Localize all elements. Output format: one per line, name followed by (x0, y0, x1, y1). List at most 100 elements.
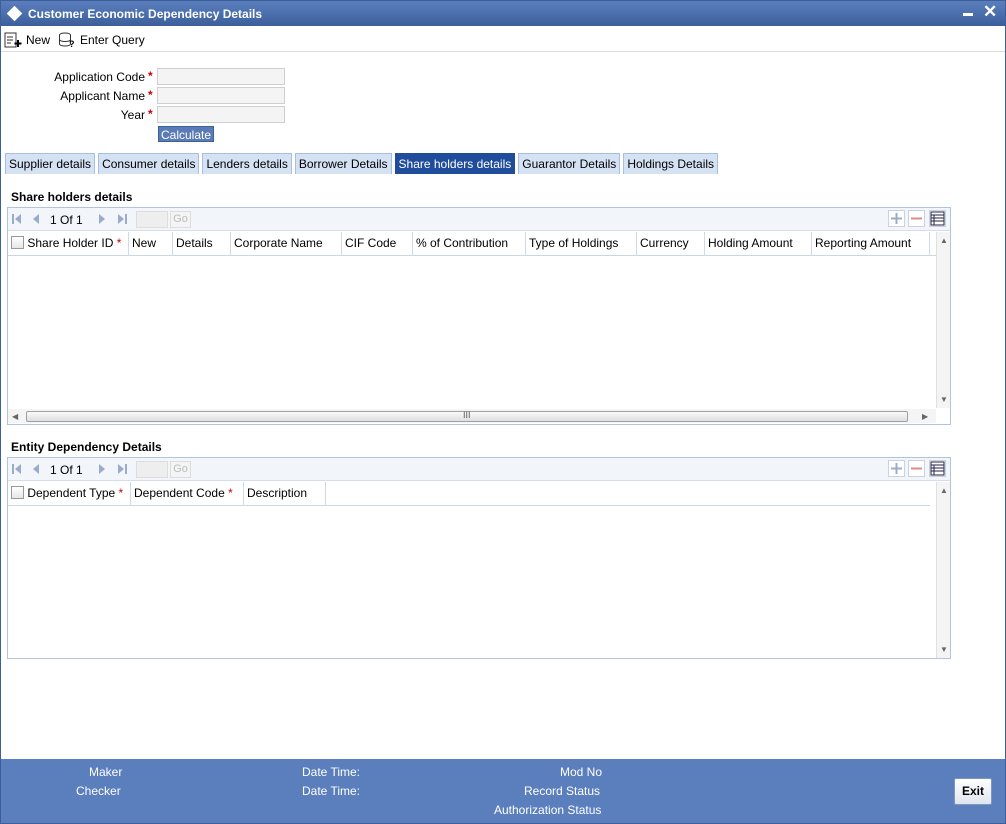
single-view-button[interactable] (929, 460, 946, 477)
horizontal-scroll-thumb[interactable]: III (26, 410, 908, 422)
plus-icon (891, 213, 902, 224)
tab-holdings-details[interactable]: Holdings Details (623, 153, 719, 174)
delete-row-button[interactable] (908, 210, 925, 227)
shareholders-grid: 1 Of 1 Go Share Holder ID * New Details … (7, 207, 951, 425)
shareholders-vertical-scrollbar[interactable]: ▲ ▼ (936, 232, 950, 408)
entity-vertical-scrollbar[interactable]: ▲ ▼ (936, 482, 950, 658)
year-label: Year (120, 108, 145, 122)
col-dependent-type: Dependent Type * (8, 482, 131, 506)
scroll-up-icon[interactable]: ▲ (940, 236, 948, 245)
minus-icon (911, 217, 922, 220)
required-marker: * (228, 486, 233, 500)
scroll-right-icon[interactable]: ▶ (922, 412, 928, 421)
col-type-of-holdings: Type of Holdings (526, 232, 637, 256)
title-bar: Customer Economic Dependency Details ✕ (1, 1, 1005, 26)
enter-query-button[interactable]: ? Enter Query (58, 31, 145, 49)
add-row-button[interactable] (888, 460, 905, 477)
page-number-input[interactable] (136, 461, 168, 478)
required-marker: * (148, 69, 153, 83)
col-corporate-name: Corporate Name (231, 232, 342, 256)
go-button[interactable]: Go (170, 211, 191, 228)
record-status-label: Record Status (524, 784, 601, 798)
tab-borrower-details[interactable]: Borrower Details (294, 153, 392, 174)
list-view-icon (930, 461, 945, 476)
page-number-input[interactable] (136, 211, 168, 228)
required-marker: * (148, 107, 153, 121)
entity-grid: 1 Of 1 Go Dependent Type * Dependent Cod… (7, 457, 951, 659)
window-title: Customer Economic Dependency Details (28, 7, 263, 21)
scroll-down-icon[interactable]: ▼ (940, 645, 948, 654)
toolbar: New ? Enter Query (1, 26, 1005, 52)
col-holding-amount: Holding Amount (705, 232, 812, 256)
col-share-holder-id: Share Holder ID * (8, 232, 129, 256)
go-button[interactable]: Go (170, 461, 191, 478)
single-view-button[interactable] (929, 210, 946, 227)
page-indicator: 1 Of 1 (50, 213, 83, 227)
checker-date-time-label: Date Time: (302, 784, 361, 798)
calculate-button[interactable]: Calculate (158, 126, 214, 142)
plus-icon (891, 463, 902, 474)
tab-share-holders-details[interactable]: Share holders details (394, 153, 516, 174)
col-label: Dependent Type (27, 486, 116, 500)
new-icon (4, 32, 22, 48)
col-details: Details (173, 232, 231, 256)
new-button[interactable]: New (4, 31, 50, 49)
new-label: New (26, 33, 51, 47)
col-reporting-amount: Reporting Amount (812, 232, 930, 256)
year-input[interactable] (157, 106, 285, 123)
scroll-down-icon[interactable]: ▼ (940, 395, 948, 404)
page-indicator: 1 Of 1 (50, 463, 83, 477)
page-total: 1 (76, 213, 83, 227)
delete-row-button[interactable] (908, 460, 925, 477)
minimize-icon[interactable] (963, 13, 973, 16)
add-row-button[interactable] (888, 210, 905, 227)
checker-label: Checker (76, 784, 121, 798)
next-page-icon[interactable] (98, 464, 106, 474)
first-page-icon[interactable] (12, 464, 22, 474)
application-code-label: Application Code (54, 70, 145, 84)
scroll-grip: III (463, 410, 471, 420)
shareholders-horizontal-scrollbar[interactable]: ◀ III ▶ (8, 409, 936, 423)
enter-query-label: Enter Query (80, 33, 145, 47)
col-label: Dependent Code (134, 486, 225, 500)
first-page-icon[interactable] (12, 214, 22, 224)
next-page-icon[interactable] (98, 214, 106, 224)
authorization-status-label: Authorization Status (494, 803, 602, 817)
select-all-checkbox[interactable] (11, 236, 24, 250)
audit-footer: Maker Checker Date Time: Date Time: Mod … (1, 759, 1005, 823)
exit-button[interactable]: Exit (954, 778, 992, 805)
page-total: 1 (76, 463, 83, 477)
tab-supplier-details[interactable]: Supplier details (5, 153, 96, 174)
mod-no-label: Mod No (560, 765, 603, 779)
list-view-icon (930, 211, 945, 226)
maker-date-time-label: Date Time: (302, 765, 361, 779)
scroll-left-icon[interactable]: ◀ (12, 412, 18, 421)
close-icon[interactable]: ✕ (983, 3, 997, 21)
col-new: New (129, 232, 173, 256)
select-all-checkbox[interactable] (11, 486, 24, 500)
application-code-input[interactable] (157, 68, 285, 85)
prev-page-icon[interactable] (32, 214, 40, 224)
shareholders-header-row: Share Holder ID * New Details Corporate … (8, 232, 936, 256)
tab-consumer-details[interactable]: Consumer details (98, 153, 200, 174)
scroll-up-icon[interactable]: ▲ (940, 486, 948, 495)
query-icon: ? (59, 32, 75, 48)
prev-page-icon[interactable] (32, 464, 40, 474)
shareholders-section-title: Share holders details (11, 190, 133, 204)
page-of: Of (60, 463, 73, 477)
svg-text:?: ? (69, 39, 75, 48)
last-page-icon[interactable] (117, 214, 127, 224)
tab-lenders-details[interactable]: Lenders details (202, 153, 292, 174)
page-current: 1 (50, 213, 57, 227)
required-marker: * (148, 88, 153, 102)
tab-guarantor-details[interactable]: Guarantor Details (518, 153, 621, 174)
main-window: Customer Economic Dependency Details ✕ N… (0, 0, 1006, 824)
entity-header-row: Dependent Type * Dependent Code * Descri… (8, 482, 930, 506)
col-description: Description (244, 482, 326, 506)
last-page-icon[interactable] (117, 464, 127, 474)
page-current: 1 (50, 463, 57, 477)
col-contribution: % of Contribution (413, 232, 526, 256)
col-label: Share Holder ID (27, 236, 114, 250)
applicant-name-input[interactable] (157, 87, 285, 104)
required-marker: * (116, 236, 122, 250)
